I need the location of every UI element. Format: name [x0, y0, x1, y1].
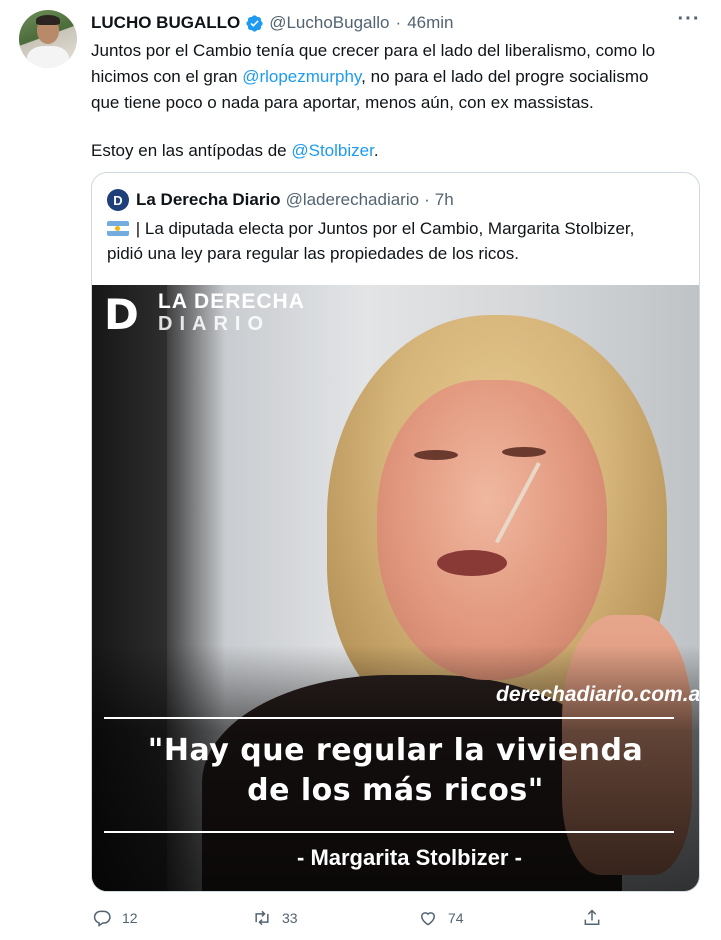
- quoted-text-segment: pidió una ley para regular las propiedad…: [107, 244, 520, 263]
- image-person-mouth: [437, 550, 507, 576]
- quoted-tweet[interactable]: D La Derecha Diario @laderechadiario · 7…: [91, 172, 700, 892]
- more-options-icon[interactable]: ···: [676, 9, 702, 34]
- tweet-line: Juntos por el Cambio tenía que crecer pa…: [91, 38, 703, 64]
- tweet-text-segment: , no para el lado del progre socialismo: [361, 67, 649, 86]
- tweet: LUCHO BUGALLO @LuchoBugallo · 46min ··· …: [0, 0, 721, 940]
- like-button[interactable]: 74: [418, 906, 464, 930]
- quoted-author-avatar: D: [107, 189, 129, 211]
- quoted-tweet-header: D La Derecha Diario @laderechadiario · 7…: [107, 189, 454, 211]
- image-person-eye: [502, 447, 546, 457]
- tweet-text-segment: Juntos por el Cambio tenía que crecer pa…: [91, 41, 656, 60]
- retweet-icon: [255, 910, 269, 926]
- headline-line-1: "Hay que regular la vivienda: [147, 733, 644, 768]
- avatar-shirt: [27, 46, 69, 68]
- quoted-line: pidió una ley para regular las propiedad…: [107, 241, 687, 266]
- quoted-tweet-time: 7h: [434, 190, 454, 209]
- image-site-url: derechadiario.com.ar: [496, 683, 699, 706]
- header-separator: ·: [395, 13, 402, 32]
- tweet-line: Estoy en las antípodas de @Stolbizer.: [91, 138, 703, 164]
- tweet-line: hicimos con el gran @rlopezmurphy, no pa…: [91, 64, 703, 90]
- like-count: 74: [448, 910, 464, 926]
- retweet-count: 33: [282, 910, 298, 926]
- author-avatar[interactable]: [19, 10, 77, 68]
- image-headline: "Hay que regular la vivienda de los más …: [92, 731, 699, 811]
- reply-count: 12: [122, 910, 138, 926]
- tweet-text-segment: que tiene poco o nada para aportar, meno…: [91, 93, 594, 112]
- quoted-tweet-text: | La diputada electa por Juntos por el C…: [107, 216, 687, 266]
- reply-icon: [93, 910, 111, 927]
- image-caption: - Margarita Stolbizer -: [297, 845, 522, 870]
- quoted-line: | La diputada electa por Juntos por el C…: [107, 216, 687, 241]
- image-divider-top: [104, 717, 674, 719]
- author-name[interactable]: LUCHO BUGALLO: [91, 13, 240, 33]
- quoted-author-handle: @laderechadiario: [285, 190, 420, 209]
- image-person-face: [377, 380, 607, 680]
- brand-d-icon: D: [104, 290, 139, 339]
- tweet-header: LUCHO BUGALLO @LuchoBugallo · 46min: [91, 12, 454, 34]
- heart-icon: [420, 912, 436, 926]
- verified-badge-icon: [246, 14, 263, 32]
- quoted-tweet-image[interactable]: D LA DERECHA DIARIO derechadiario.com.ar…: [92, 285, 699, 891]
- retweet-button[interactable]: 33: [252, 906, 298, 930]
- quoted-header-separator: ·: [424, 190, 430, 209]
- tweet-text-segment: Estoy en las antípodas de: [91, 141, 292, 160]
- brand-line-1: LA DERECHA: [158, 290, 305, 313]
- brand-logo: D LA DERECHA DIARIO: [104, 290, 305, 339]
- brand-line-2: DIARIO: [158, 313, 270, 335]
- author-handle[interactable]: @LuchoBugallo: [269, 13, 389, 33]
- mention-link-rlopezmurphy[interactable]: @rlopezmurphy: [242, 67, 361, 86]
- image-person-eye: [414, 450, 458, 460]
- argentina-flag-icon: [107, 221, 129, 236]
- tweet-text-segment: hicimos con el gran: [91, 67, 243, 86]
- mention-link-stolbizer[interactable]: @Stolbizer: [291, 141, 373, 160]
- quoted-text-segment: | La diputada electa por Juntos por el C…: [131, 219, 635, 238]
- tweet-text-segment: .: [373, 141, 379, 160]
- share-button[interactable]: [582, 906, 612, 930]
- brand-wordmark: LA DERECHA DIARIO: [158, 290, 305, 336]
- image-divider-bottom: [104, 831, 674, 833]
- tweet-text: Juntos por el Cambio tenía que crecer pa…: [91, 38, 703, 164]
- share-icon: [584, 909, 600, 925]
- tweet-line: que tiene poco o nada para aportar, meno…: [91, 90, 703, 116]
- tweet-actions: 12 33 74: [92, 906, 612, 930]
- quoted-author-name: La Derecha Diario: [136, 190, 281, 209]
- headline-line-2: de los más ricos": [247, 773, 544, 808]
- avatar-hair: [36, 15, 60, 25]
- reply-button[interactable]: 12: [92, 906, 138, 930]
- tweet-time[interactable]: 46min: [407, 13, 453, 33]
